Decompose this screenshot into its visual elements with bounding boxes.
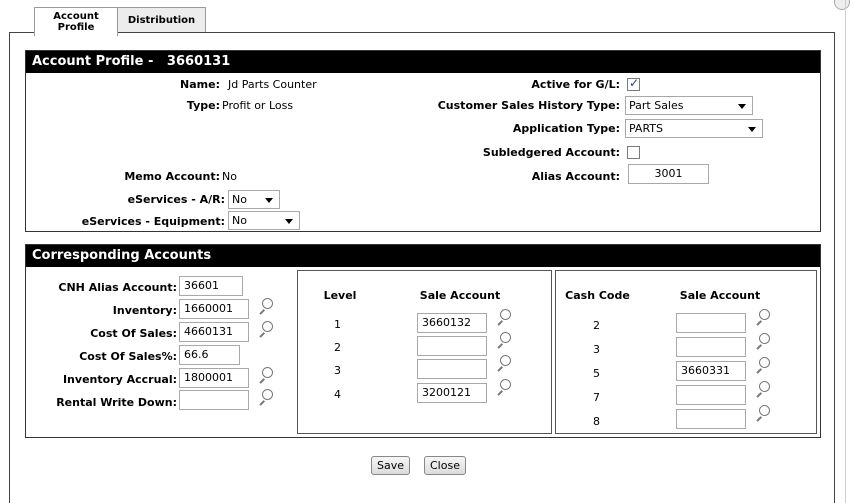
eservices-ar-select[interactable]: No	[228, 190, 280, 209]
cash-code: 7	[593, 391, 600, 404]
search-icon[interactable]	[755, 309, 770, 325]
tab-distribution[interactable]: Distribution	[117, 7, 206, 33]
eservices-ar-value: No	[232, 193, 247, 206]
eservices-ar-label: eServices - A/R:	[127, 193, 225, 206]
cash-code-header: Cash Code	[565, 289, 630, 302]
customer-sales-history-label: Customer Sales History Type:	[437, 99, 620, 112]
search-icon[interactable]	[755, 357, 770, 373]
cash-code: 3	[593, 343, 600, 356]
level-number: 1	[334, 318, 341, 331]
customer-sales-history-value: Part Sales	[629, 99, 684, 112]
search-icon[interactable]	[258, 321, 273, 337]
level-header: Level	[323, 289, 357, 302]
type-value: Profit or Loss	[222, 99, 294, 112]
customer-sales-history-select[interactable]: Part Sales	[625, 96, 753, 115]
search-icon[interactable]	[755, 333, 770, 349]
level-sale-account-input[interactable]: 3660132	[417, 313, 487, 333]
level-number: 2	[334, 341, 341, 354]
inventory-accrual-input[interactable]: 1800001	[179, 368, 249, 388]
type-label: Type:	[186, 99, 220, 112]
cash-code: 5	[593, 367, 600, 380]
cost-of-sales-pct-input[interactable]: 66.6	[179, 345, 240, 365]
name-label: Name:	[180, 78, 220, 91]
cash-sale-account-input[interactable]	[676, 337, 746, 357]
cash-code: 8	[593, 415, 600, 428]
window-edge	[845, 0, 846, 503]
level-sale-account-input[interactable]	[417, 336, 487, 356]
inventory-input[interactable]: 1660001	[179, 299, 249, 319]
cost-of-sales-input[interactable]: 4660131	[179, 322, 249, 342]
close-button[interactable]: Close	[424, 456, 466, 475]
search-icon[interactable]	[496, 379, 511, 395]
memo-account-label: Memo Account:	[124, 170, 220, 183]
eservices-equipment-select[interactable]: No	[228, 211, 300, 230]
search-icon[interactable]	[496, 355, 511, 371]
cash-code: 2	[593, 319, 600, 332]
rental-write-down-input[interactable]	[179, 390, 249, 410]
alias-account-label: Alias Account:	[531, 170, 620, 183]
name-value: Jd Parts Counter	[228, 78, 317, 91]
cost-of-sales-label: Cost Of Sales:	[90, 327, 177, 340]
level-number: 3	[334, 364, 341, 377]
inventory-accrual-label: Inventory Accrual:	[62, 373, 177, 386]
search-icon[interactable]	[496, 309, 511, 325]
memo-account-value: No	[222, 170, 237, 183]
level-sale-account-header: Sale Account	[419, 289, 501, 302]
close-circle-icon[interactable]	[834, 0, 850, 10]
application-type-label: Application Type:	[512, 122, 620, 135]
level-sale-account-input[interactable]: 3200121	[417, 383, 487, 403]
save-button[interactable]: Save	[371, 456, 411, 475]
level-number: 4	[334, 388, 341, 401]
application-type-value: PARTS	[629, 122, 663, 135]
inventory-label: Inventory:	[112, 304, 177, 317]
cash-sale-account-input[interactable]	[676, 409, 746, 429]
chevron-down-icon	[738, 104, 746, 109]
cash-sale-account-input[interactable]	[676, 385, 746, 405]
cost-of-sales-pct-label: Cost Of Sales%:	[79, 350, 177, 363]
eservices-equipment-value: No	[232, 214, 247, 227]
search-icon[interactable]	[258, 367, 273, 383]
rental-write-down-label: Rental Write Down:	[56, 396, 177, 409]
cash-sale-account-input[interactable]: 3660331	[676, 361, 746, 381]
corresponding-accounts-header: Corresponding Accounts	[26, 245, 820, 267]
active-gl-checkbox[interactable]	[627, 76, 640, 91]
search-icon[interactable]	[496, 332, 511, 348]
level-sale-account-input[interactable]	[417, 359, 487, 379]
subledgered-account-label: Subledgered Account:	[482, 146, 620, 159]
chevron-down-icon	[285, 219, 293, 224]
tab-account-profile[interactable]: Account Profile	[34, 7, 118, 36]
cnh-alias-account-input[interactable]: 36601	[179, 276, 243, 296]
eservices-equipment-label: eServices - Equipment:	[81, 215, 225, 228]
account-profile-header: Account Profile - 3660131	[26, 51, 820, 73]
cnh-alias-account-label: CNH Alias Account:	[58, 281, 177, 294]
subledgered-account-checkbox[interactable]	[627, 146, 640, 159]
chevron-down-icon	[748, 127, 756, 132]
application-type-select[interactable]: PARTS	[625, 119, 763, 138]
search-icon[interactable]	[258, 389, 273, 405]
cash-sale-account-input[interactable]	[676, 313, 746, 333]
search-icon[interactable]	[755, 405, 770, 421]
cash-sale-account-header: Sale Account	[679, 289, 761, 302]
search-icon[interactable]	[258, 298, 273, 314]
search-icon[interactable]	[755, 381, 770, 397]
chevron-down-icon	[265, 198, 273, 203]
alias-account-input[interactable]: 3001	[628, 164, 709, 184]
active-gl-label: Active for G/L:	[531, 78, 620, 91]
